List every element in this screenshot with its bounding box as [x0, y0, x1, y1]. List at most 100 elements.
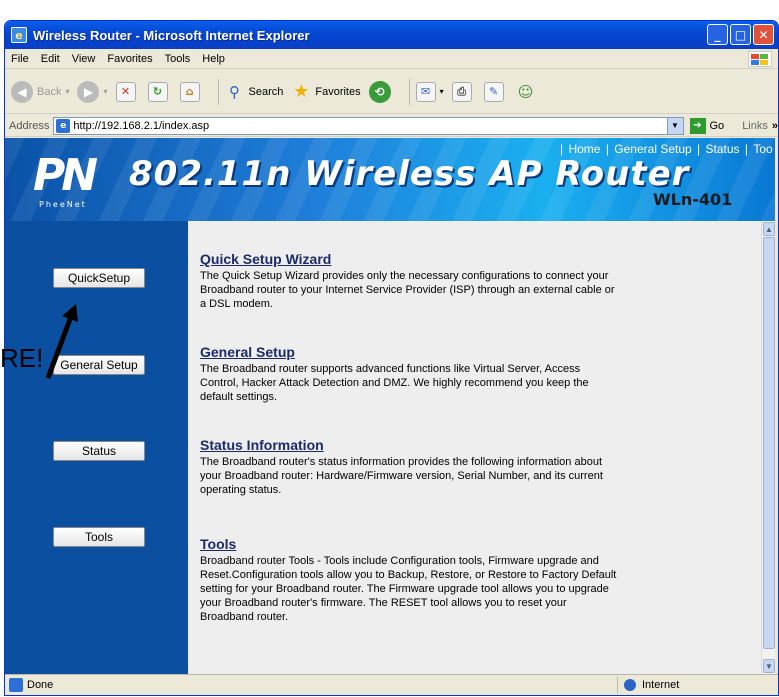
web-page: PN PheeNet 802.11n Wireless AP Router WL… — [5, 138, 775, 674]
refresh-icon: ↻ — [147, 81, 168, 102]
scroll-down-icon[interactable]: ▼ — [763, 659, 775, 673]
section-title-quick-setup[interactable]: Quick Setup Wizard — [200, 251, 620, 267]
section-general-setup: General Setup The Broadband router suppo… — [200, 344, 620, 404]
section-tools: Tools Broadband router Tools - Tools inc… — [200, 536, 620, 624]
back-label: Back — [37, 85, 62, 98]
browser-window: e Wireless Router - Microsoft Internet E… — [4, 20, 779, 696]
messenger-button[interactable]: ☺ — [516, 82, 540, 102]
internet-globe-icon — [624, 679, 636, 691]
menu-edit[interactable]: Edit — [41, 53, 60, 65]
history-button[interactable]: ⟲ — [368, 80, 395, 103]
messenger-icon: ☺ — [517, 82, 534, 101]
close-icon[interactable]: ✕ — [753, 24, 774, 45]
logo-mark: PN — [33, 150, 98, 201]
windows-logo-icon — [748, 51, 772, 67]
menu-file[interactable]: File — [11, 53, 29, 65]
top-link-general-setup[interactable]: General Setup — [614, 142, 691, 156]
address-bar: Address e http://192.168.2.1/index.asp ▼… — [5, 115, 778, 137]
model-number: WLn-401 — [653, 190, 733, 209]
forward-dropdown-icon[interactable]: ▾ — [103, 87, 107, 96]
vertical-scrollbar[interactable]: ▲ ▼ — [761, 221, 775, 674]
content-area: Quick Setup Wizard The Quick Setup Wizar… — [188, 221, 761, 674]
top-link-tools[interactable]: Too — [753, 142, 772, 156]
status-text: Done — [27, 678, 54, 691]
section-body-general-setup: The Broadband router supports advanced f… — [200, 363, 589, 403]
menu-bar: File Edit View Favorites Tools Help — [5, 49, 778, 69]
menu-favorites[interactable]: Favorites — [107, 53, 152, 65]
favorites-label: Favorites — [315, 85, 361, 98]
stop-button[interactable]: ✕ — [115, 81, 140, 102]
tools-button[interactable]: Tools — [53, 527, 145, 547]
favorites-button[interactable]: ★ Favorites — [291, 81, 361, 102]
search-button[interactable]: ⚲ Search — [225, 82, 284, 102]
section-title-tools[interactable]: Tools — [200, 536, 620, 552]
section-title-general-setup[interactable]: General Setup — [200, 344, 620, 360]
search-icon: ⚲ — [229, 82, 240, 101]
annotation-text: RE! — [0, 343, 44, 373]
address-label: Address — [9, 119, 50, 132]
scroll-thumb[interactable] — [763, 237, 775, 649]
zone-label: Internet — [642, 679, 680, 691]
mail-button[interactable]: ✉ ▾ — [415, 81, 444, 102]
toolbar: ◀ Back ▾ ▶ ▾ ✕ ↻ ⌂ ⚲ Search ★ Favorites … — [5, 70, 778, 114]
menu-tools[interactable]: Tools — [165, 53, 191, 65]
section-title-status[interactable]: Status Information — [200, 437, 620, 453]
history-icon: ⟲ — [368, 80, 391, 103]
toolbar-separator — [408, 78, 410, 105]
page-icon: e — [56, 118, 71, 133]
ie-icon: e — [11, 27, 27, 43]
router-banner: PN PheeNet 802.11n Wireless AP Router WL… — [5, 138, 775, 221]
brand-name: PheeNet — [39, 200, 87, 209]
brand-logo: PN PheeNet — [33, 150, 113, 212]
go-button[interactable]: ➔ Go — [689, 117, 725, 134]
section-quick-setup: Quick Setup Wizard The Quick Setup Wizar… — [200, 251, 620, 311]
sidebar: QuickSetup General Setup Status Tools — [5, 221, 188, 674]
back-button[interactable]: ◀ Back ▾ — [11, 80, 69, 103]
home-button[interactable]: ⌂ — [179, 81, 204, 102]
status-button[interactable]: Status — [53, 441, 145, 461]
links-label[interactable]: Links — [742, 120, 768, 132]
minimize-icon[interactable]: _ — [707, 24, 728, 45]
edit-button[interactable]: ✎ — [483, 81, 508, 102]
section-body-status: The Broadband router's status informatio… — [200, 456, 603, 496]
title-bar: e Wireless Router - Microsoft Internet E… — [5, 21, 778, 49]
edit-icon: ✎ — [483, 81, 504, 102]
quicksetup-button[interactable]: QuickSetup — [53, 268, 145, 288]
print-icon: ⎙ — [451, 81, 472, 102]
menu-view[interactable]: View — [72, 53, 96, 65]
links-chevron-icon[interactable]: » — [772, 120, 778, 132]
page-done-icon — [9, 677, 23, 692]
forward-arrow-icon: ▶ — [77, 80, 100, 103]
go-arrow-icon: ➔ — [689, 117, 706, 134]
address-input[interactable]: e http://192.168.2.1/index.asp ▼ — [53, 116, 684, 135]
print-button[interactable]: ⎙ — [451, 81, 476, 102]
status-bar: Done Internet — [5, 674, 778, 694]
mail-dropdown-icon[interactable]: ▾ — [440, 87, 444, 96]
top-link-status[interactable]: Status — [706, 142, 740, 156]
maximize-icon[interactable]: □ — [730, 24, 751, 45]
back-arrow-icon: ◀ — [11, 80, 33, 103]
go-label: Go — [709, 119, 725, 132]
favorites-star-icon: ★ — [293, 81, 310, 102]
annotation-arrow-icon — [45, 304, 78, 379]
top-nav-links: | Home | General Setup | Status | Too — [560, 142, 773, 156]
address-url[interactable]: http://192.168.2.1/index.asp — [73, 120, 209, 132]
section-body-quick-setup: The Quick Setup Wizard provides only the… — [200, 270, 615, 310]
top-link-home[interactable]: Home — [568, 142, 600, 156]
refresh-button[interactable]: ↻ — [147, 81, 172, 102]
section-body-tools: Broadband router Tools - Tools include C… — [200, 555, 617, 623]
window-controls: _ □ ✕ — [707, 24, 774, 45]
home-icon: ⌂ — [179, 81, 200, 102]
search-label: Search — [248, 85, 284, 98]
address-dropdown-icon[interactable]: ▼ — [666, 117, 683, 134]
toolbar-separator — [217, 78, 219, 105]
security-zone: Internet — [617, 677, 679, 693]
scroll-up-icon[interactable]: ▲ — [763, 222, 775, 236]
back-dropdown-icon[interactable]: ▾ — [65, 87, 69, 96]
menu-help[interactable]: Help — [202, 53, 225, 65]
banner-headline: 802.11n Wireless AP Router — [129, 154, 690, 194]
section-status: Status Information The Broadband router'… — [200, 437, 620, 497]
forward-button[interactable]: ▶ ▾ — [77, 80, 108, 103]
stop-icon: ✕ — [115, 81, 136, 102]
mail-icon: ✉ — [415, 81, 436, 102]
